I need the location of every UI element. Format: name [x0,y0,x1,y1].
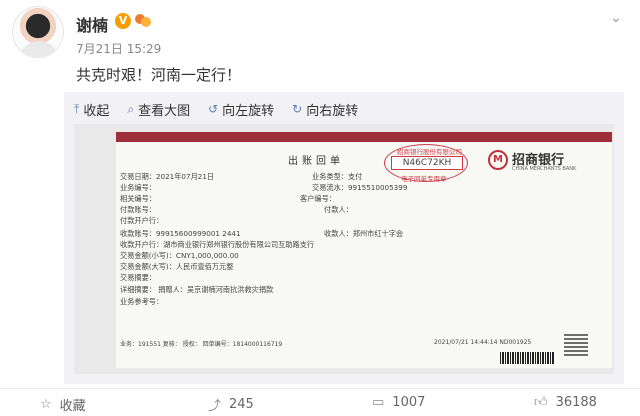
receipt-date: 交易日期：2021年07月21日 [120,172,215,181]
receipt-amount-upper: 交易金额(大写)：人民币壹佰万元整 [120,262,234,271]
collapse-button[interactable]: ⤒ 收起 [74,98,109,120]
favorite-button[interactable]: ☆ 收藏 [40,395,86,414]
stamp-code: N46C72KH [391,156,463,170]
media-panel: ⤒ 收起 ⌕ 查看大图 ↺ 向左旋转 ↻ 向右旋转 出账回单 招商银行股份有限公司 N4… [64,92,624,395]
repost-count: 245 [229,397,254,412]
bank-receipt: 出账回单 招商银行股份有限公司 N46C72KH 电子回单专用章 M 招商银行 … [116,132,612,368]
receipt-summary: 交易摘要： [120,273,156,282]
post-header: 谢楠 V 7月21日 15:29 ⌄ [0,0,640,60]
receipt-payer-bank: 付款开户行： [120,216,164,225]
repost-button[interactable]: ⤴ 245 [208,395,254,414]
comment-icon: ▭ [372,395,385,410]
search-icon: ⌕ [127,101,135,116]
receipt-customer-no: 客户编号： [300,194,336,203]
bank-logo-block: M 招商银行 CHINA MERCHANTS BANK [488,148,598,176]
bank-logo-icon: M [488,150,508,170]
collapse-label: 收起 [83,103,110,119]
receipt-detail: 详细摘要： 捐赠人：吴京谢楠河南抗洪救灾捐款 [120,285,274,294]
receipt-txn-serial: 交易流水：9915510005399 [312,183,408,192]
post-text: 共克时艰！河南一定行！ [76,66,242,84]
rotate-left-label: 向左旋转 [222,103,275,119]
receipt-payer-name: 付款人： [324,205,353,214]
post-timestamp[interactable]: 7月21日 15:29 [76,40,161,57]
star-icon: ☆ [40,397,52,412]
bank-name-en: CHINA MERCHANTS BANK [512,166,577,172]
receipt-payee-account: 收款账号：99915600999001 2441 [120,229,241,238]
receipt-business-type: 业务类型：支付 [312,172,363,181]
view-large-label: 查看大图 [138,103,191,119]
rotate-right-button[interactable]: ↻ 向右旋转 [292,98,358,120]
receipt-title: 出账回单 [288,156,344,167]
like-button[interactable]: 👍︎ 36188 [534,395,597,410]
barcode-icon [500,352,554,364]
avatar[interactable] [12,6,64,58]
comment-count: 1007 [392,395,426,410]
view-large-button[interactable]: ⌕ 查看大图 [127,98,190,120]
receipt-related-no: 相关编号： [120,194,156,203]
repost-icon: ⤴ [208,399,222,414]
receipt-reference: 业务参考号： [120,297,164,306]
rotate-left-icon: ↺ [208,102,219,116]
receipt-payer-account: 付款账号： [120,205,156,214]
like-count: 36188 [555,395,597,410]
receipt-footer-right: 2021/07/21 14:44:14 ND001925 [434,339,532,346]
comment-button[interactable]: ▭ 1007 [372,395,425,410]
rotate-right-label: 向右旋转 [306,103,359,119]
rotate-right-icon: ↻ [292,102,303,116]
rotate-left-button[interactable]: ↺ 向左旋转 [208,98,274,120]
bank-stamp: 招商银行股份有限公司 N46C72KH 电子回单专用章 [384,144,468,183]
stamp-bottom-text: 电子回单专用章 [401,175,447,183]
action-bar: ☆ 收藏 ⤴ 245 ▭ 1007 👍︎ 36188 [0,388,640,416]
username[interactable]: 谢楠 [76,12,108,36]
receipt-payee-name: 收款人：郑州市红十字会 [324,229,404,238]
receipt-footer-left: 业务：191551 复核： 授权： 回单编号：1814000116719 [120,341,283,348]
thumbs-up-icon: 👍︎ [534,395,548,410]
media-toolbar: ⤒ 收起 ⌕ 查看大图 ↺ 向左旋转 ↻ 向右旋转 [74,98,358,120]
receipt-business-no: 业务编号： [120,183,156,192]
qr-code-icon [564,332,588,356]
collapse-icon: ⤒ [74,101,80,116]
post-image[interactable]: 出账回单 招商银行股份有限公司 N46C72KH 电子回单专用章 M 招商银行 … [74,124,614,395]
favorite-label: 收藏 [59,399,86,414]
fan-badge-icon [134,12,152,30]
chevron-down-icon[interactable]: ⌄ [608,10,624,26]
receipt-amount-lower: 交易金额(小写)：CNY1,000,000.00 [120,251,239,260]
stamp-top-text: 招商银行股份有限公司 [397,148,462,156]
verified-icon: V [115,13,131,29]
receipt-payee-bank: 收款开户行：湖市商业银行郑州银行股份有限公司互助路支行 [120,240,315,249]
